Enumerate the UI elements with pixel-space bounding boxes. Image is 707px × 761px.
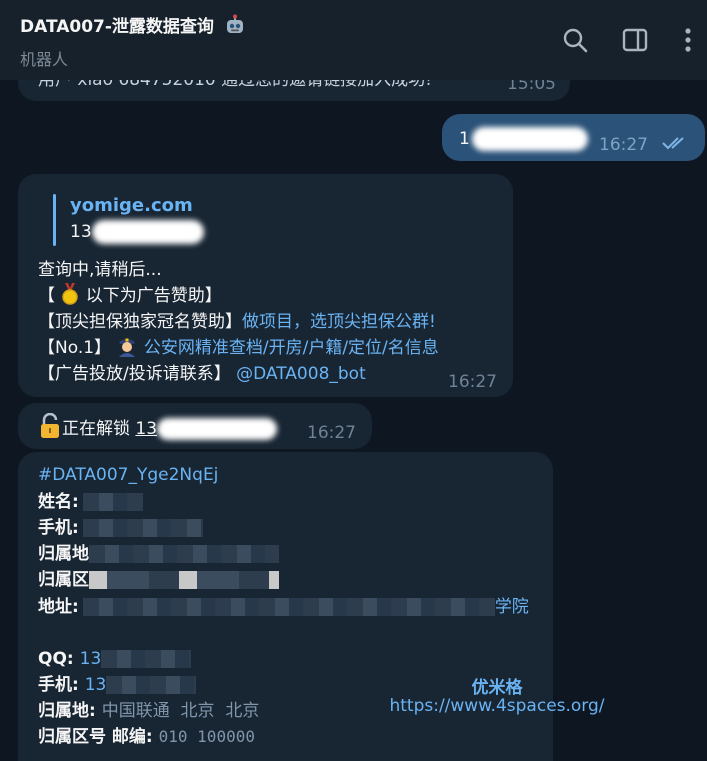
search-icon[interactable] xyxy=(561,26,589,54)
ad-line-2: 【顶尖担保独家冠名赞助】做项目，选顶尖担保公群! xyxy=(38,312,436,332)
result-hashtag[interactable]: #DATA007_Yge2NqEj xyxy=(38,465,218,485)
redacted-value xyxy=(106,676,197,694)
redacted-value xyxy=(89,571,279,589)
lock-icon xyxy=(41,412,59,438)
bot-reply-message[interactable]: yomige.com 13 查询中,请稍后... 【 以下为广告赞助】 【顶尖担… xyxy=(18,174,513,397)
ad-line-4: 【广告投放/投诉请联系】 @DATA008_bot xyxy=(38,364,366,384)
field-name: 姓名: xyxy=(38,489,143,515)
chat-subtitle: 机器人 xyxy=(20,50,69,69)
watermark-url: https://www.4spaces.org/ xyxy=(389,696,605,716)
sidebar-toggle-icon[interactable] xyxy=(621,26,649,54)
ad-link-3[interactable]: 公安网精准查档/开房/户籍/定位/名信息 xyxy=(144,338,439,358)
redacted-value xyxy=(82,519,203,537)
quote-number: 13 xyxy=(70,222,92,242)
outgoing-message[interactable]: 1 16:27 xyxy=(442,114,705,161)
chat-title-text: DATA007-泄露数据查询 xyxy=(20,17,214,37)
qq-value[interactable]: 13 xyxy=(80,649,102,669)
ad-line-3: 【No.1】 公安网精准查档/开房/户籍/定位/名信息 xyxy=(38,335,439,361)
phone2-value[interactable]: 13 xyxy=(85,675,107,695)
region-label: 归属地 xyxy=(38,544,89,564)
phone-label: 手机: xyxy=(38,518,79,538)
field-area-2: 归属区号 邮编: 010 100000 xyxy=(38,724,255,750)
field-qq: QQ: 13 xyxy=(38,646,192,672)
area-label: 归属区 xyxy=(38,570,89,590)
unlock-message[interactable]: 正在解锁 13 16:27 xyxy=(18,403,372,449)
redacted-value xyxy=(82,598,495,616)
querying-text: 查询中,请稍后... xyxy=(38,260,162,280)
area2-label: 归属区号 邮编: xyxy=(38,727,153,747)
phone2-label: 手机: xyxy=(38,675,79,695)
redacted-value xyxy=(89,545,279,563)
address-label: 地址: xyxy=(38,597,79,617)
field-region-2: 归属地: 中国联通 北京 北京 xyxy=(38,698,259,724)
redacted-value xyxy=(82,493,143,511)
field-address: 地址: 学院 xyxy=(38,594,529,620)
area2-value: 010 100000 xyxy=(158,727,255,746)
redacted-value xyxy=(101,650,192,668)
unlock-number: 13 xyxy=(135,419,158,439)
region2-label: 归属地: xyxy=(38,701,96,721)
bot-username-link[interactable]: @DATA008_bot xyxy=(236,364,366,384)
ad-link-2[interactable]: 做项目，选顶尖担保公群! xyxy=(242,312,436,332)
quote-site[interactable]: yomige.com xyxy=(70,193,193,219)
watermark-title: 优米格 xyxy=(471,678,523,698)
address-tail: 学院 xyxy=(494,597,529,617)
outgoing-message-text: 1 xyxy=(459,129,470,149)
unlock-label: 正在解锁 xyxy=(62,419,136,439)
chat-header: DATA007-泄露数据查询 机器人 xyxy=(0,0,707,80)
field-region: 归属地 xyxy=(38,541,279,567)
more-vertical-icon[interactable] xyxy=(674,26,702,54)
robot-icon xyxy=(226,14,243,33)
chat-title[interactable]: DATA007-泄露数据查询 xyxy=(20,12,246,37)
message-time: 16:27 xyxy=(448,372,497,392)
police-officer-icon xyxy=(119,338,136,357)
field-phone: 手机: xyxy=(38,515,203,541)
double-check-icon xyxy=(662,137,684,150)
name-label: 姓名: xyxy=(38,492,79,512)
message-time: 16:27 xyxy=(599,135,648,155)
quote-site-label: yomige.com xyxy=(70,195,193,216)
redacted-number xyxy=(91,220,204,244)
redacted-number xyxy=(471,127,588,151)
redacted-number xyxy=(157,418,278,440)
region2-value: 中国联通 北京 北京 xyxy=(101,701,260,721)
field-area: 归属区 xyxy=(38,567,279,593)
message-time: 16:27 xyxy=(307,423,356,443)
medal-icon xyxy=(62,283,79,305)
ad-line-1: 【 以下为广告赞助】 xyxy=(38,283,222,309)
qq-label: QQ: xyxy=(38,649,74,669)
quote-bar xyxy=(53,194,56,246)
field-phone-2: 手机: 13 xyxy=(38,672,197,698)
